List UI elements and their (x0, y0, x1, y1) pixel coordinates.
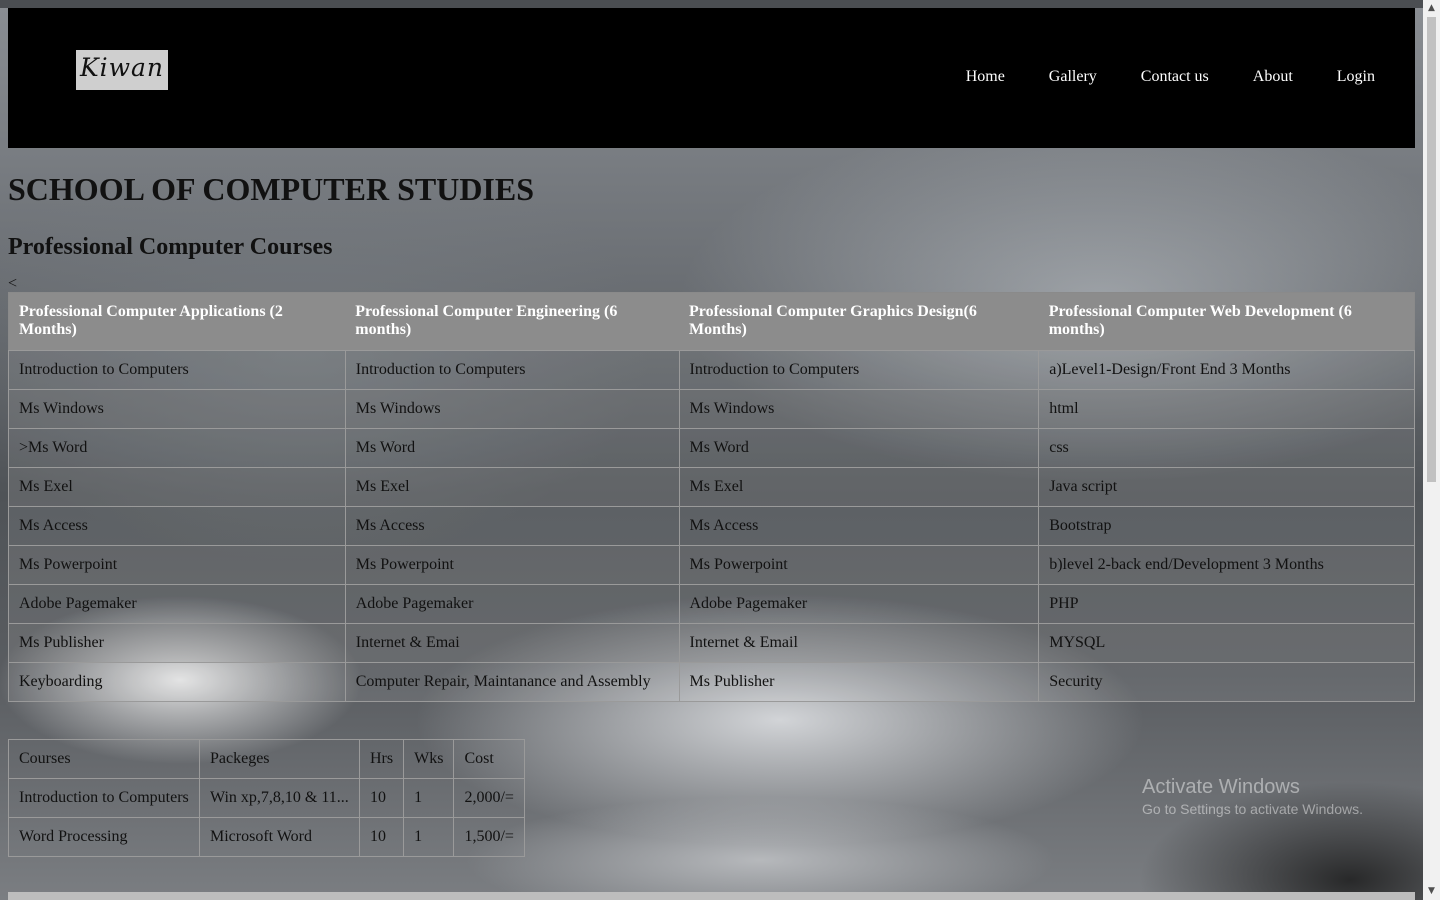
table-cell: Ms Windows (344, 389, 680, 429)
table-cell: Word Processing (8, 817, 200, 857)
nav-about-link[interactable]: About (1253, 68, 1293, 86)
table-cell: 1,500/= (453, 817, 525, 857)
table-row: Introduction to Computers Win xp,7,8,10 … (8, 778, 525, 818)
table-cell: 2,000/= (453, 778, 525, 818)
table-row: Ms Powerpoint Ms Powerpoint Ms Powerpoin… (8, 545, 1415, 585)
table-cell: Internet & Emai (344, 623, 680, 663)
table-cell: Ms Publisher (8, 623, 346, 663)
nav-gallery-link[interactable]: Gallery (1049, 68, 1097, 86)
table-cell: Java script (1038, 467, 1415, 507)
fees-table: Courses Packeges Hrs Wks Cost Introducti… (8, 739, 525, 857)
table-cell: Ms Exel (8, 467, 346, 507)
site-logo[interactable]: Kiwan (76, 50, 168, 90)
scroll-up-arrow-icon[interactable]: ▲ (1423, 0, 1440, 17)
table-cell: MYSQL (1038, 623, 1415, 663)
table-cell: Win xp,7,8,10 & 11... (199, 778, 360, 818)
table-row: Ms Exel Ms Exel Ms Exel Java script (8, 467, 1415, 507)
table-cell: b)level 2-back end/Development 3 Months (1038, 545, 1415, 585)
table-row: Adobe Pagemaker Adobe Pagemaker Adobe Pa… (8, 584, 1415, 624)
table-cell: 1 (403, 817, 455, 857)
table-cell: Introduction to Computers (344, 350, 680, 390)
table-cell: Microsoft Word (199, 817, 360, 857)
nav-links: Home Gallery Contact us About Login (922, 68, 1375, 86)
table-cell: Ms Exel (678, 467, 1040, 507)
watermark-subtitle: Go to Settings to activate Windows. (1142, 801, 1363, 817)
table-cell: a)Level1-Design/Front End 3 Months (1038, 350, 1415, 390)
table-cell: >Ms Word (8, 428, 346, 468)
table-cell: Ms Windows (678, 389, 1040, 429)
table-row: Ms Publisher Internet & Emai Internet & … (8, 623, 1415, 663)
table-cell: PHP (1038, 584, 1415, 624)
table-cell: Ms Access (344, 506, 680, 546)
navbar: Kiwan Home Gallery Contact us About Logi… (8, 8, 1415, 148)
table-cell: Ms Word (344, 428, 680, 468)
table-cell: Ms Windows (8, 389, 346, 429)
table-row: Word Processing Microsoft Word 10 1 1,50… (8, 817, 525, 857)
column-header: Professional Computer Web Development (6… (1038, 292, 1415, 351)
table-cell: Ms Powerpoint (344, 545, 680, 585)
table-cell: Ms Powerpoint (678, 545, 1040, 585)
table-cell: Ms Exel (344, 467, 680, 507)
table-row: Introduction to Computers Introduction t… (8, 350, 1415, 390)
table-row: Ms Windows Ms Windows Ms Windows html (8, 389, 1415, 429)
table-cell: Adobe Pagemaker (8, 584, 346, 624)
footer-strip (8, 892, 1415, 900)
vertical-scrollbar[interactable]: ▲ ▼ (1423, 0, 1440, 900)
table-cell: Ms Access (678, 506, 1040, 546)
table-cell: 10 (358, 778, 405, 818)
scrollbar-thumb[interactable] (1427, 17, 1436, 482)
column-header: Professional Computer Engineering (6 mon… (345, 292, 679, 351)
table-cell: html (1038, 389, 1415, 429)
column-header: Cost (453, 739, 525, 779)
table-cell: Bootstrap (1038, 506, 1415, 546)
watermark-title: Activate Windows (1142, 776, 1300, 798)
scroll-down-arrow-icon[interactable]: ▼ (1423, 883, 1440, 900)
column-header: Packeges (199, 739, 360, 779)
column-header: Professional Computer Applications (2 Mo… (8, 292, 346, 351)
top-edge (0, 0, 1424, 8)
courses-header-row: Professional Computer Applications (2 Mo… (8, 292, 1415, 351)
table-row: Keyboarding Computer Repair, Maintanance… (8, 662, 1415, 702)
page-title: SCHOOL OF COMPUTER STUDIES (8, 171, 535, 207)
table-cell: 10 (358, 817, 405, 857)
table-cell: Introduction to Computers (8, 350, 346, 390)
table-cell: Ms Word (678, 428, 1040, 468)
column-header: Professional Computer Graphics Design(6 … (679, 292, 1039, 351)
table-cell: Introduction to Computers (8, 778, 200, 818)
table-row: >Ms Word Ms Word Ms Word css (8, 428, 1415, 468)
table-cell: 1 (403, 778, 455, 818)
table-cell: Keyboarding (8, 662, 346, 702)
table-cell: Security (1038, 662, 1415, 702)
table-cell: Adobe Pagemaker (344, 584, 680, 624)
column-header: Courses (8, 739, 200, 779)
table-cell: Ms Access (8, 506, 346, 546)
nav-home-link[interactable]: Home (966, 68, 1005, 86)
table-cell: Ms Powerpoint (8, 545, 346, 585)
table-cell: Internet & Email (678, 623, 1040, 663)
column-header: Wks (403, 739, 455, 779)
activate-windows-watermark: Activate Windows Go to Settings to activ… (1142, 774, 1363, 818)
fees-header-row: Courses Packeges Hrs Wks Cost (8, 739, 525, 779)
table-cell: Introduction to Computers (678, 350, 1040, 390)
table-cell: css (1038, 428, 1415, 468)
page-subtitle: Professional Computer Courses (8, 234, 333, 260)
stray-text: < (8, 275, 18, 292)
page: Kiwan Home Gallery Contact us About Logi… (8, 8, 1415, 857)
column-header: Hrs (358, 739, 405, 779)
nav-contact-link[interactable]: Contact us (1141, 68, 1209, 86)
table-cell: Ms Publisher (678, 662, 1040, 702)
table-cell: Computer Repair, Maintanance and Assembl… (344, 662, 680, 702)
courses-table: Professional Computer Applications (2 Mo… (8, 292, 1415, 702)
nav-login-link[interactable]: Login (1337, 68, 1375, 86)
table-row: Ms Access Ms Access Ms Access Bootstrap (8, 506, 1415, 546)
table-cell: Adobe Pagemaker (678, 584, 1040, 624)
